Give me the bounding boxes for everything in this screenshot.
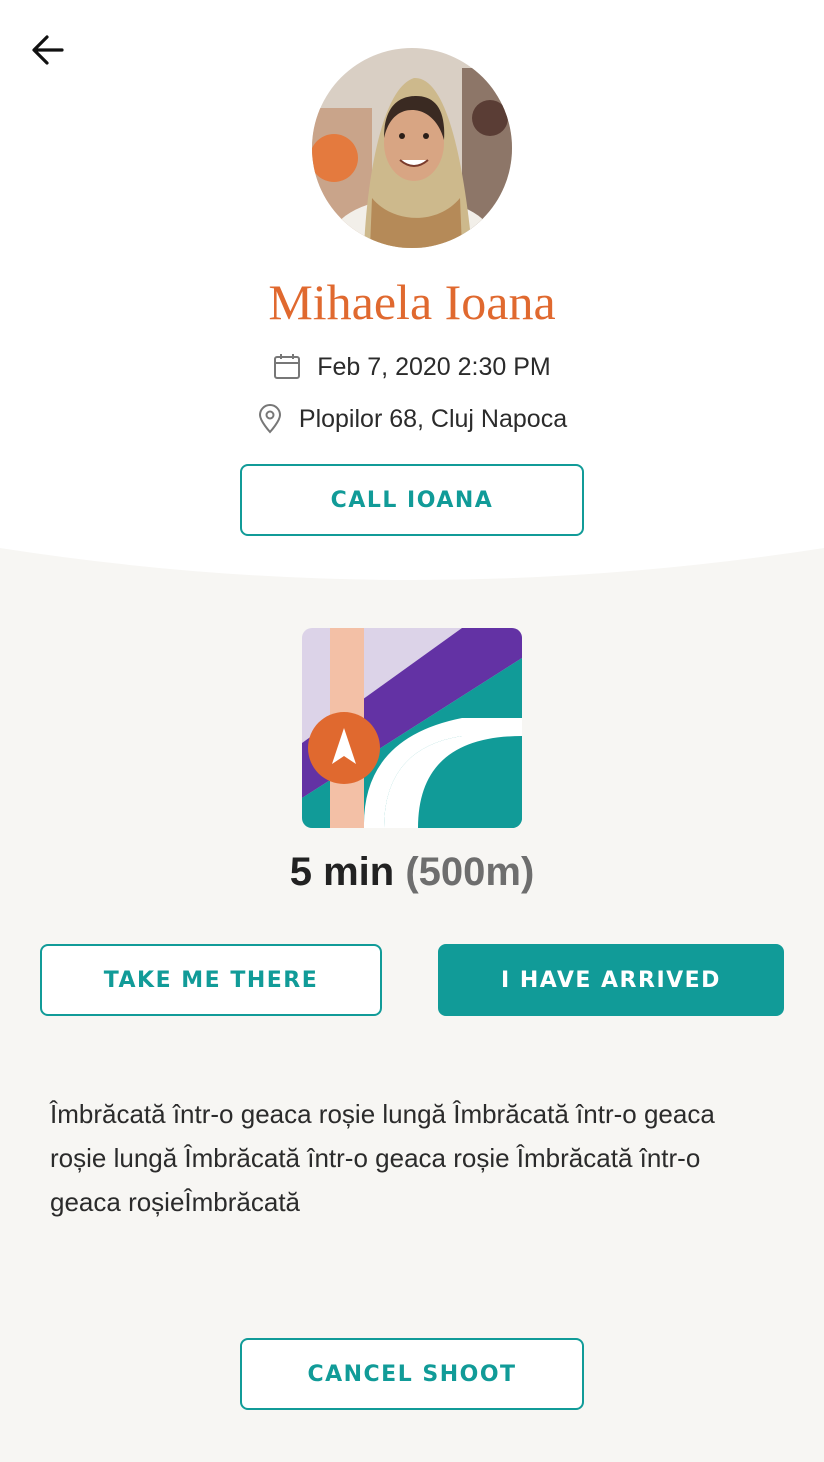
back-button[interactable]	[26, 28, 70, 72]
client-description: Îmbrăcată într-o geaca roșie lungă Îmbră…	[50, 1099, 715, 1217]
calendar-icon	[273, 353, 301, 381]
call-client-button[interactable]: CALL IOANA	[240, 464, 584, 536]
eta-distance: (500m)	[405, 850, 535, 894]
location-text: Plopilor 68, Cluj Napoca	[298, 404, 568, 433]
location-row: Plopilor 68, Cluj Napoca	[0, 402, 824, 436]
take-me-there-button[interactable]: TAKE ME THERE	[40, 944, 382, 1016]
date-text: Feb 7, 2020 2:30 PM	[317, 352, 551, 381]
client-name: Mihaela Ioana	[268, 274, 556, 330]
arrow-left-icon	[32, 35, 64, 65]
cancel-shoot-button[interactable]: CANCEL SHOOT	[240, 1338, 584, 1410]
i-have-arrived-button[interactable]: I HAVE ARRIVED	[438, 944, 784, 1016]
date-row: Feb 7, 2020 2:30 PM	[0, 350, 824, 384]
location-pin-icon	[257, 404, 283, 434]
avatar-photo	[312, 48, 512, 248]
eta-display: 5 min (500m)	[0, 846, 824, 898]
avatar	[312, 48, 512, 248]
eta-time: 5 min	[289, 850, 395, 894]
map-navigation-icon[interactable]	[302, 628, 522, 828]
